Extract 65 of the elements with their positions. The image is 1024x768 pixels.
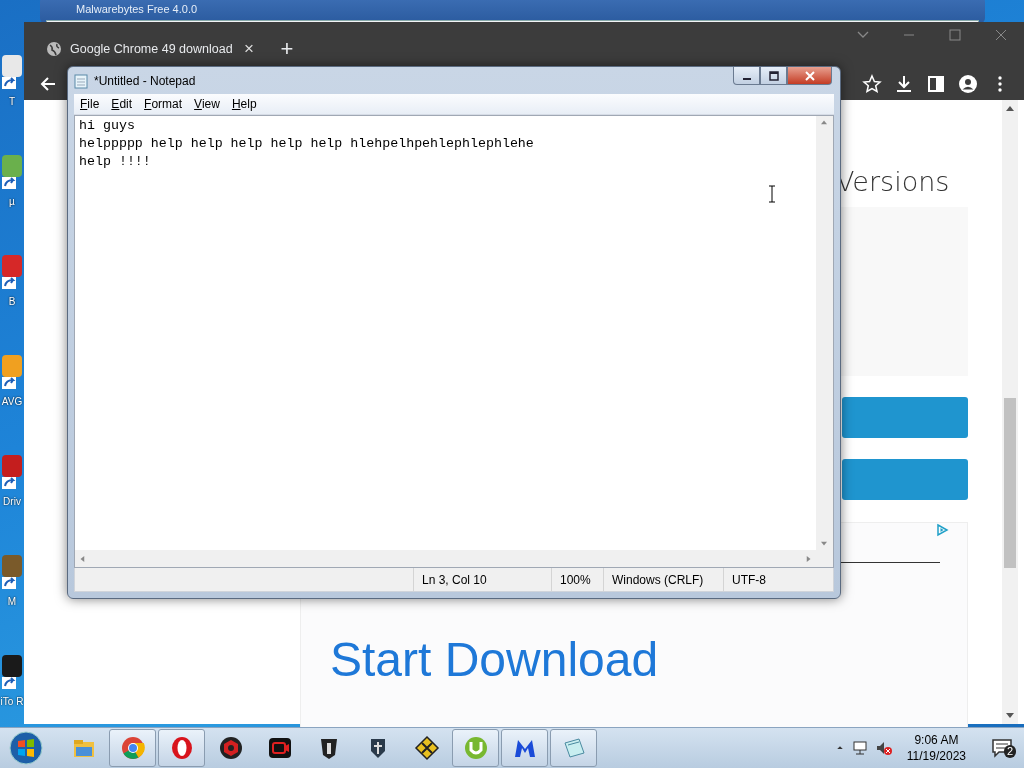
scroll-down-icon[interactable]	[820, 541, 828, 547]
new-tab-button[interactable]: +	[272, 31, 302, 67]
shortcut-label: B	[7, 295, 17, 308]
menu-item[interactable]: Help	[225, 97, 263, 111]
shortcut-icon[interactable]	[2, 455, 22, 489]
shortcut-label: T	[7, 95, 17, 108]
download-icon[interactable]	[894, 73, 914, 94]
shortcut-icon[interactable]	[2, 355, 22, 389]
shortcut-icon[interactable]	[2, 255, 22, 289]
diamond-icon	[413, 735, 440, 761]
side-panel-icon[interactable]	[926, 73, 946, 94]
text-cursor-icon	[768, 185, 776, 203]
section-heading: Versions	[836, 166, 950, 197]
shortcut-label: µ	[8, 195, 16, 208]
shortcut-icon[interactable]	[2, 655, 22, 689]
scroll-up-icon[interactable]	[820, 119, 828, 125]
scroll-down-icon[interactable]	[1005, 712, 1015, 720]
shortcut-icon[interactable]	[2, 55, 22, 89]
shortcut-icon[interactable]	[2, 555, 22, 589]
close-button[interactable]	[787, 67, 832, 85]
scrollbar[interactable]	[816, 116, 833, 550]
torrent-icon	[462, 735, 489, 761]
window-title: Malwarebytes Free 4.0.0	[76, 3, 198, 15]
status-text: Windows (CRLF)	[603, 568, 723, 591]
status-text: UTF-8	[723, 568, 833, 591]
scroll-left-icon[interactable]	[79, 555, 85, 563]
star-icon[interactable]	[862, 73, 882, 94]
profile-icon[interactable]	[958, 73, 978, 94]
minimize-button[interactable]	[733, 67, 760, 85]
menu-item[interactable]: Edit	[105, 97, 139, 111]
tab-title: Google Chrome 49 download	[70, 42, 234, 56]
taskbar-button[interactable]	[501, 729, 548, 767]
menu-item[interactable]: File	[74, 97, 106, 111]
shortcut-label: AVG	[0, 395, 24, 408]
notifications-button[interactable]: 2	[980, 728, 1024, 768]
menu-item[interactable]: View	[188, 97, 226, 111]
status-text: 100%	[551, 568, 603, 591]
shortcut-label: M	[6, 595, 18, 608]
menu-item[interactable]: Format	[138, 97, 189, 111]
shortcut-icon[interactable]	[2, 155, 22, 189]
network-icon[interactable]	[850, 739, 869, 757]
scrollbar-thumb[interactable]	[1004, 398, 1016, 568]
scrollbar[interactable]	[75, 550, 816, 567]
notepad-icon	[74, 72, 88, 89]
clock-date: 11/19/2023	[906, 748, 966, 764]
scroll-up-icon[interactable]	[1005, 104, 1015, 112]
start-download-link[interactable]: Start Download	[330, 632, 659, 687]
ad-choices-icon[interactable]	[935, 523, 949, 537]
chrome-icon	[119, 735, 146, 761]
notification-count: 2	[1004, 745, 1017, 758]
shortcut-label: Driv	[2, 495, 22, 508]
maximize-icon	[768, 70, 779, 81]
window-title: *Untitled - Notepad	[94, 73, 196, 88]
scrollbar[interactable]	[1002, 100, 1018, 724]
shortcut-label: iTo R	[0, 695, 24, 708]
clock[interactable]: 9:06 AM 11/19/2023	[898, 732, 974, 764]
maximize-button[interactable]	[760, 67, 787, 85]
close-icon	[804, 70, 815, 81]
camera-icon	[266, 735, 293, 761]
clock-time: 9:06 AM	[914, 732, 959, 748]
globe-icon	[46, 41, 62, 57]
close-tab-button[interactable]: ×	[242, 39, 256, 59]
minimize-icon	[742, 77, 751, 80]
scroll-right-icon[interactable]	[806, 555, 812, 563]
status-text: Ln 3, Col 10	[413, 568, 551, 591]
